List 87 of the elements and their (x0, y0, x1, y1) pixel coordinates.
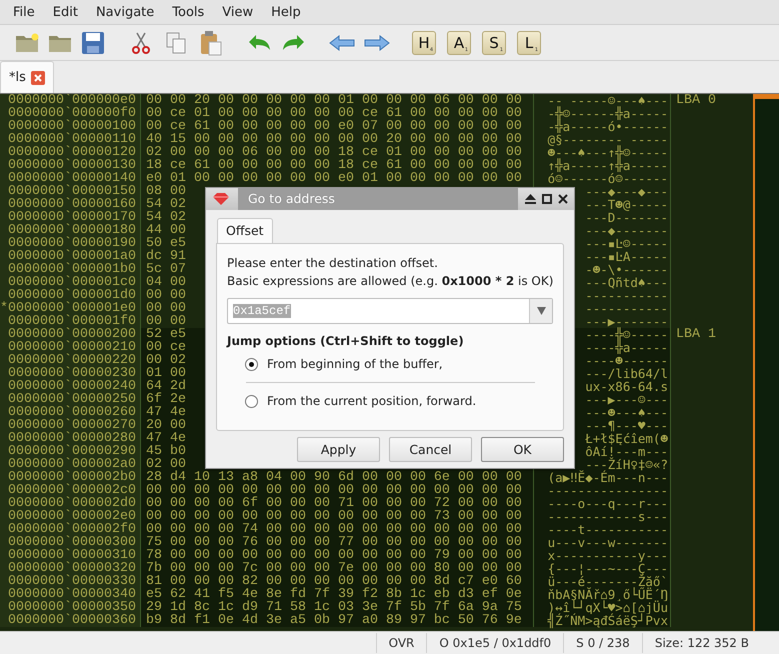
address-cell: 0000000`00000230 (0, 367, 140, 380)
close-icon[interactable] (558, 194, 568, 204)
hex-cell: e5 62 41 f5 4e 8e fd 7f 39 f2 8b 1c eb d3 ef 0e (141, 588, 533, 601)
radio-button[interactable] (245, 358, 258, 370)
address-cell: 0000000`000001b0 (0, 263, 140, 276)
dialog-tab[interactable]: Offset (217, 218, 273, 243)
shade-icon[interactable] (525, 194, 536, 204)
menu-item[interactable]: Navigate (86, 4, 164, 20)
ascii-cell: )↔î└┘qX└♥>⌂[⌂jÜu (534, 601, 670, 614)
menu-item[interactable]: Tools (163, 4, 214, 20)
address-cell: 0000000`000002b0 (0, 471, 140, 484)
ascii-cell: ---------------- (534, 484, 670, 497)
ascii-cell: (a▶‼Ĕ◆-Ém---n--- (534, 471, 670, 484)
address-cell: 0000000`00000290 (0, 445, 140, 458)
option-label: From the current position, forward. (267, 394, 476, 408)
address-cell: 0000000`00000320 (0, 562, 140, 575)
status-item: OVR (376, 633, 426, 653)
dialog-button[interactable]: Cancel (389, 437, 472, 462)
address-cell: 0000000`00000340 (0, 588, 140, 601)
ascii-cell: ----t----------- (534, 523, 670, 536)
address-cell: 0000000`000001f0 (0, 315, 140, 328)
radio-button[interactable] (245, 394, 258, 408)
ascii-cell: ╣Ź˝ŃM>ąđŚáëŞ┘Pvx (534, 614, 670, 627)
address-cell: 0000000`000000f0 (0, 107, 140, 120)
address-cell: 0000000`000002e0 (0, 510, 140, 523)
address-cell: 0000000`00000170 (0, 211, 140, 224)
hex-cell: 7b 00 00 00 7c 00 00 00 7e 00 00 00 80 00 00 00 (141, 562, 533, 575)
address-cell: 0000000`00000200 (0, 328, 140, 341)
status-item: S 0 / 238 (563, 633, 642, 653)
address-cell: 0000000`00000130 (0, 159, 140, 172)
status-item: O 0x1e5 / 0x1ddf0 (426, 633, 564, 653)
menu-item[interactable]: File (4, 4, 44, 20)
file-tab[interactable]: *ls (0, 61, 54, 93)
hex-cell: 75 00 00 00 76 00 00 00 77 00 00 00 00 00 00 00 (141, 536, 533, 549)
address-cell: 0000000`00000250 (0, 393, 140, 406)
address-cell: 0000000`00000330 (0, 575, 140, 588)
address-cell: 0000000`000001c0 (0, 276, 140, 289)
hex-cell: 28 d4 10 13 a8 04 00 90 6d 00 00 00 6e 00 00 00 (141, 471, 533, 484)
hex-cell: 00 00 00 00 74 00 00 00 00 00 00 00 00 00 00 00 (141, 523, 533, 536)
hex-cell: 00 00 00 00 00 00 00 00 00 00 00 00 73 00 00 00 (141, 510, 533, 523)
address-cell: 0000000`00000280 (0, 432, 140, 445)
menu-item[interactable]: View (213, 4, 262, 20)
address-cell: 0000000`00000160 (0, 198, 140, 211)
address-cell: *0000000`000001e0 (0, 302, 140, 315)
address-cell: 0000000`000002d0 (0, 497, 140, 510)
ascii-cell: ----o---q---r--- (534, 497, 670, 510)
dialog-button[interactable]: OK (481, 437, 564, 462)
dialog-title: Go to address (238, 188, 518, 210)
hex-cell: b9 8d f1 0e 4d 3e a5 0b 97 a0 89 97 bc 50 76 9e (141, 614, 533, 627)
address-cell: 0000000`000001a0 (0, 250, 140, 263)
status-item: Size: 122 352 B (642, 633, 761, 653)
address-cell: 0000000`00000190 (0, 237, 140, 250)
address-cell: 0000000`00000240 (0, 380, 140, 393)
menu-item[interactable]: Help (262, 4, 310, 20)
address-cell: 0000000`00000140 (0, 172, 140, 185)
address-cell: 0000000`000002a0 (0, 458, 140, 471)
menu-item[interactable]: Edit (44, 4, 87, 20)
address-cell: 0000000`00000210 (0, 341, 140, 354)
dialog-button[interactable]: Apply (297, 437, 380, 462)
ascii-cell: x-----------y--- (534, 549, 670, 562)
hex-cell: 81 00 00 00 82 00 00 00 00 00 00 00 8d c7 e0 60 (141, 575, 533, 588)
address-cell: 0000000`00000260 (0, 406, 140, 419)
address-cell: 0000000`00000120 (0, 146, 140, 159)
address-cell: 0000000`000001d0 (0, 289, 140, 302)
address-cell: 0000000`00000270 (0, 419, 140, 432)
ascii-cell: ------------s--- (534, 510, 670, 523)
address-cell: 0000000`00000220 (0, 354, 140, 367)
address-cell: 0000000`00000310 (0, 549, 140, 562)
address-cell: 0000000`00000110 (0, 133, 140, 146)
ascii-cell: ňbA§NĂř⌂9¸ő└ŰË´Ŋ (534, 588, 670, 601)
address-cell: 0000000`000002c0 (0, 484, 140, 497)
hex-cell: 78 00 00 00 00 00 00 00 00 00 00 00 79 00 00 00 (141, 549, 533, 562)
address-cell: 0000000`000002f0 (0, 523, 140, 536)
address-cell: 0000000`00000350 (0, 601, 140, 614)
ascii-cell: u---v---w------- (534, 536, 670, 549)
address-cell: 0000000`00000300 (0, 536, 140, 549)
ascii-cell: ü---é-------Žăő` (534, 575, 670, 588)
ascii-cell: {---¦---~---Ç--- (534, 562, 670, 575)
address-cell: 0000000`00000150 (0, 185, 140, 198)
hex-cell: 00 00 00 00 00 00 00 00 00 00 00 00 00 00 00 00 (141, 484, 533, 497)
address-cell: 0000000`00000100 (0, 120, 140, 133)
address-cell: 0000000`00000360 (0, 614, 140, 627)
address-cell: 0000000`00000180 (0, 224, 140, 237)
gem-icon (212, 192, 230, 206)
hex-cell: 29 1d 8c 1c d9 71 58 1c 03 3e 7f 5b 7f 6a 9a 75 (141, 601, 533, 614)
hex-cell: 00 00 00 00 6f 00 00 00 71 00 00 00 72 00 00 00 (141, 497, 533, 510)
maximize-icon[interactable] (542, 194, 552, 204)
